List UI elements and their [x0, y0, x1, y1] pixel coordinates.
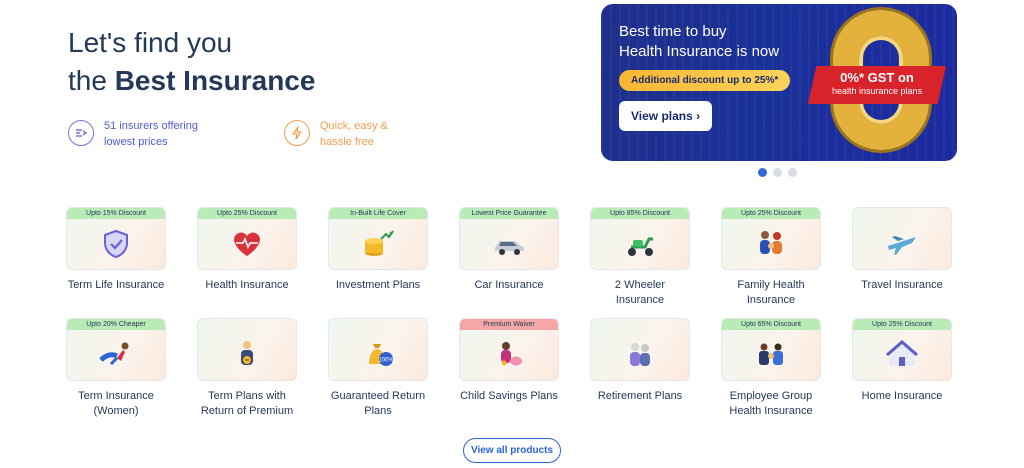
product-label[interactable]: Term Life Insurance: [66, 278, 166, 293]
gst-ribbon: 0%* GST on health insurance plans: [808, 66, 946, 104]
carousel-dots: [758, 168, 797, 177]
product-card[interactable]: Upto 25% Discount Family Health Insurance: [721, 207, 821, 306]
feature-insurers-line-2: lowest prices: [104, 136, 168, 148]
discount-pill: Additional discount up to 25%*: [619, 70, 791, 91]
product-card[interactable]: Upto 85% Discount 2 Wheeler Insurance: [590, 207, 690, 306]
banner-title-line-1: Best time to buy: [619, 23, 727, 40]
product-tile[interactable]: Upto 65% Discount: [721, 318, 821, 381]
product-label[interactable]: Home Insurance: [852, 389, 952, 404]
hero-line-2: the Best Insurance: [68, 62, 315, 100]
scooter-icon: [623, 227, 657, 261]
feature-quick-line-2: hassle free: [320, 136, 374, 148]
product-label[interactable]: 2 Wheeler Insurance: [590, 278, 690, 308]
heart-icon: [230, 227, 264, 261]
product-label[interactable]: Term Insurance (Women): [66, 389, 166, 419]
svg-text:100%: 100%: [378, 358, 394, 364]
product-card[interactable]: Lowest Price Guarantee Car Insurance: [459, 207, 559, 302]
offer-tag: Upto 25% Discount: [853, 319, 951, 330]
product-label[interactable]: Retirement Plans: [590, 389, 690, 404]
product-label[interactable]: Term Plans with Return of Premium: [197, 389, 297, 419]
hero-line-2-prefix: the: [68, 65, 115, 96]
product-card[interactable]: Term Plans with Return of Premium: [197, 318, 297, 417]
offer-tag: In-Built Life Cover: [329, 208, 427, 219]
product-tile[interactable]: [852, 207, 952, 270]
product-tile[interactable]: Upto 15% Discount: [66, 207, 166, 270]
family-icon: [754, 227, 788, 261]
money-bag-icon: 100%: [361, 338, 395, 372]
product-card[interactable]: Upto 25% Discount Health Insurance: [197, 207, 297, 302]
offer-tag: Upto 25% Discount: [722, 208, 820, 219]
product-label[interactable]: Investment Plans: [328, 278, 428, 293]
product-card[interactable]: 100% Guaranteed Return Plans: [328, 318, 428, 417]
shield-icon: [99, 227, 133, 261]
carousel-dot-1[interactable]: [758, 168, 767, 177]
product-label[interactable]: Car Insurance: [459, 278, 559, 293]
car-icon: [492, 227, 526, 261]
product-card[interactable]: In-Built Life Cover Investment Plans: [328, 207, 428, 302]
product-card[interactable]: Travel Insurance: [852, 207, 952, 302]
product-tile[interactable]: Upto 25% Discount: [852, 318, 952, 381]
carousel-dot-2[interactable]: [773, 168, 782, 177]
product-card[interactable]: Premium Waiver Child Savings Plans: [459, 318, 559, 413]
product-label[interactable]: Travel Insurance: [852, 278, 952, 293]
product-tile[interactable]: Upto 85% Discount: [590, 207, 690, 270]
superwoman-icon: [99, 338, 133, 372]
gst-big-text: 0%* GST on: [840, 70, 914, 85]
hero-highlight: Best Insurance: [114, 65, 316, 96]
product-tile[interactable]: 100%: [328, 318, 428, 381]
offer-tag: Upto 25% Discount: [198, 208, 296, 219]
feature-quick-line-1: Quick, easy &: [320, 120, 388, 132]
elderly-couple-icon: [623, 338, 657, 372]
offer-tag: Lowest Price Guarantee: [460, 208, 558, 219]
product-card[interactable]: Upto 25% Discount Home Insurance: [852, 318, 952, 413]
product-tile[interactable]: Lowest Price Guarantee: [459, 207, 559, 270]
offer-tag: Upto 15% Discount: [67, 208, 165, 219]
lightning-icon: [284, 120, 310, 146]
product-tile[interactable]: [197, 318, 297, 381]
carousel-dot-3[interactable]: [788, 168, 797, 177]
return-premium-icon: [230, 338, 264, 372]
product-tile[interactable]: Upto 25% Discount: [197, 207, 297, 270]
product-card[interactable]: Upto 15% Discount Term Life Insurance: [66, 207, 166, 302]
product-card[interactable]: Upto 20% Cheaper Term Insurance (Women): [66, 318, 166, 417]
product-card[interactable]: Upto 65% Discount Employee Group Health I…: [721, 318, 821, 417]
product-grid: Upto 15% Discount Term Life Insurance Upto…: [66, 207, 952, 417]
offer-tag: Upto 85% Discount: [591, 208, 689, 219]
feature-quick: Quick, easy & hassle free: [284, 118, 388, 150]
airplane-icon: [885, 227, 919, 261]
feature-insurers-line-1: 51 insurers offering: [104, 120, 198, 132]
product-label[interactable]: Employee Group Health Insurance: [721, 389, 821, 419]
product-label[interactable]: Family Health Insurance: [721, 278, 821, 308]
product-label[interactable]: Health Insurance: [197, 278, 297, 293]
product-tile[interactable]: In-Built Life Cover: [328, 207, 428, 270]
product-label[interactable]: Child Savings Plans: [459, 389, 559, 404]
employees-icon: [754, 338, 788, 372]
promo-banner[interactable]: Best time to buy Health Insurance is now…: [601, 4, 957, 161]
view-plans-button[interactable]: View plans ›: [619, 101, 713, 131]
hero-heading: Let's find you the Best Insurance: [68, 24, 315, 100]
product-tile[interactable]: [590, 318, 690, 381]
view-all-products-button[interactable]: View all products: [463, 438, 561, 463]
house-icon: [885, 338, 919, 372]
insurers-icon: [68, 120, 94, 146]
feature-insurers: 51 insurers offering lowest prices: [68, 118, 198, 150]
product-tile[interactable]: Upto 25% Discount: [721, 207, 821, 270]
product-tile[interactable]: Premium Waiver: [459, 318, 559, 381]
offer-tag: Upto 20% Cheaper: [67, 319, 165, 330]
offer-tag: Premium Waiver: [460, 319, 558, 330]
coins-growth-icon: [361, 227, 395, 261]
banner-title: Best time to buy Health Insurance is now: [619, 22, 779, 62]
product-label[interactable]: Guaranteed Return Plans: [328, 389, 428, 419]
child-savings-icon: [492, 338, 526, 372]
product-card[interactable]: Retirement Plans: [590, 318, 690, 413]
banner-title-line-2: Health Insurance is now: [619, 43, 780, 60]
hero-line-1: Let's find you: [68, 27, 233, 58]
offer-tag: Upto 65% Discount: [722, 319, 820, 330]
product-tile[interactable]: Upto 20% Cheaper: [66, 318, 166, 381]
gst-small-text: health insurance plans: [831, 86, 923, 96]
